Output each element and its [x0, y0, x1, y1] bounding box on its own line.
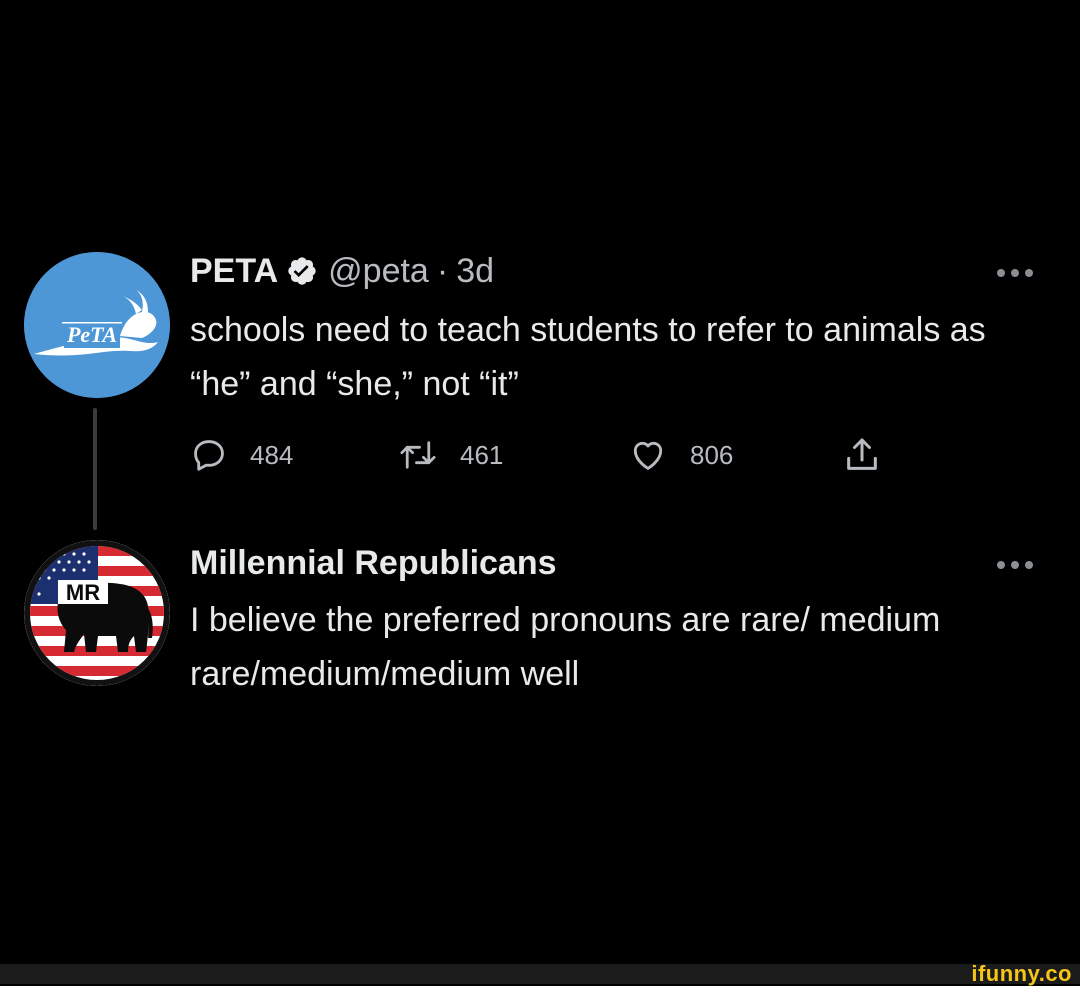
peta-avatar[interactable]: PeTA — [24, 252, 170, 398]
more-options-icon[interactable] — [994, 558, 1036, 570]
tweet-header: Millennial Republicans — [190, 543, 557, 583]
speech-bubble-icon — [190, 436, 228, 474]
tweet-timestamp[interactable]: 3d — [456, 251, 494, 291]
more-options-icon[interactable] — [994, 266, 1036, 278]
retweet-count: 461 — [460, 439, 504, 470]
display-name[interactable]: Millennial Republicans — [190, 543, 557, 583]
retweet-arrows-icon — [398, 436, 438, 474]
reply-count: 484 — [250, 439, 294, 470]
tweet-actions: 484 461 806 — [190, 432, 890, 478]
like-count: 806 — [690, 439, 734, 470]
peta-logo-icon: PeTA — [24, 252, 170, 398]
display-name[interactable]: PETA — [190, 251, 278, 291]
user-handle[interactable]: @peta — [328, 251, 429, 291]
like-button[interactable]: 806 — [628, 432, 733, 478]
separator-dot: · — [436, 252, 449, 290]
peta-logo-text: PeTA — [66, 322, 117, 347]
share-button[interactable] — [842, 432, 882, 478]
tweet-text: I believe the preferred pronouns are rar… — [190, 601, 941, 693]
flag-elephant-logo-icon: MR — [24, 540, 170, 686]
mr-logo-text: MR — [66, 580, 100, 605]
tweet-text: schools need to teach students to refer … — [190, 311, 986, 403]
thread-connector-line — [93, 408, 97, 530]
watermark-bar: ifunny.co — [0, 961, 1080, 986]
heart-icon — [628, 436, 668, 474]
verified-badge-icon — [286, 255, 318, 287]
tweet-thread: PeTA PETA @peta · 3d schools need to tea… — [0, 0, 1080, 964]
millennial-republicans-avatar[interactable]: MR — [24, 540, 170, 686]
ifunny-watermark: ifunny.co — [971, 961, 1072, 986]
retweet-button[interactable]: 461 — [398, 432, 503, 478]
share-upload-icon — [842, 435, 882, 475]
reply-button[interactable]: 484 — [190, 432, 293, 478]
tweet-header: PETA @peta · 3d — [190, 251, 494, 291]
